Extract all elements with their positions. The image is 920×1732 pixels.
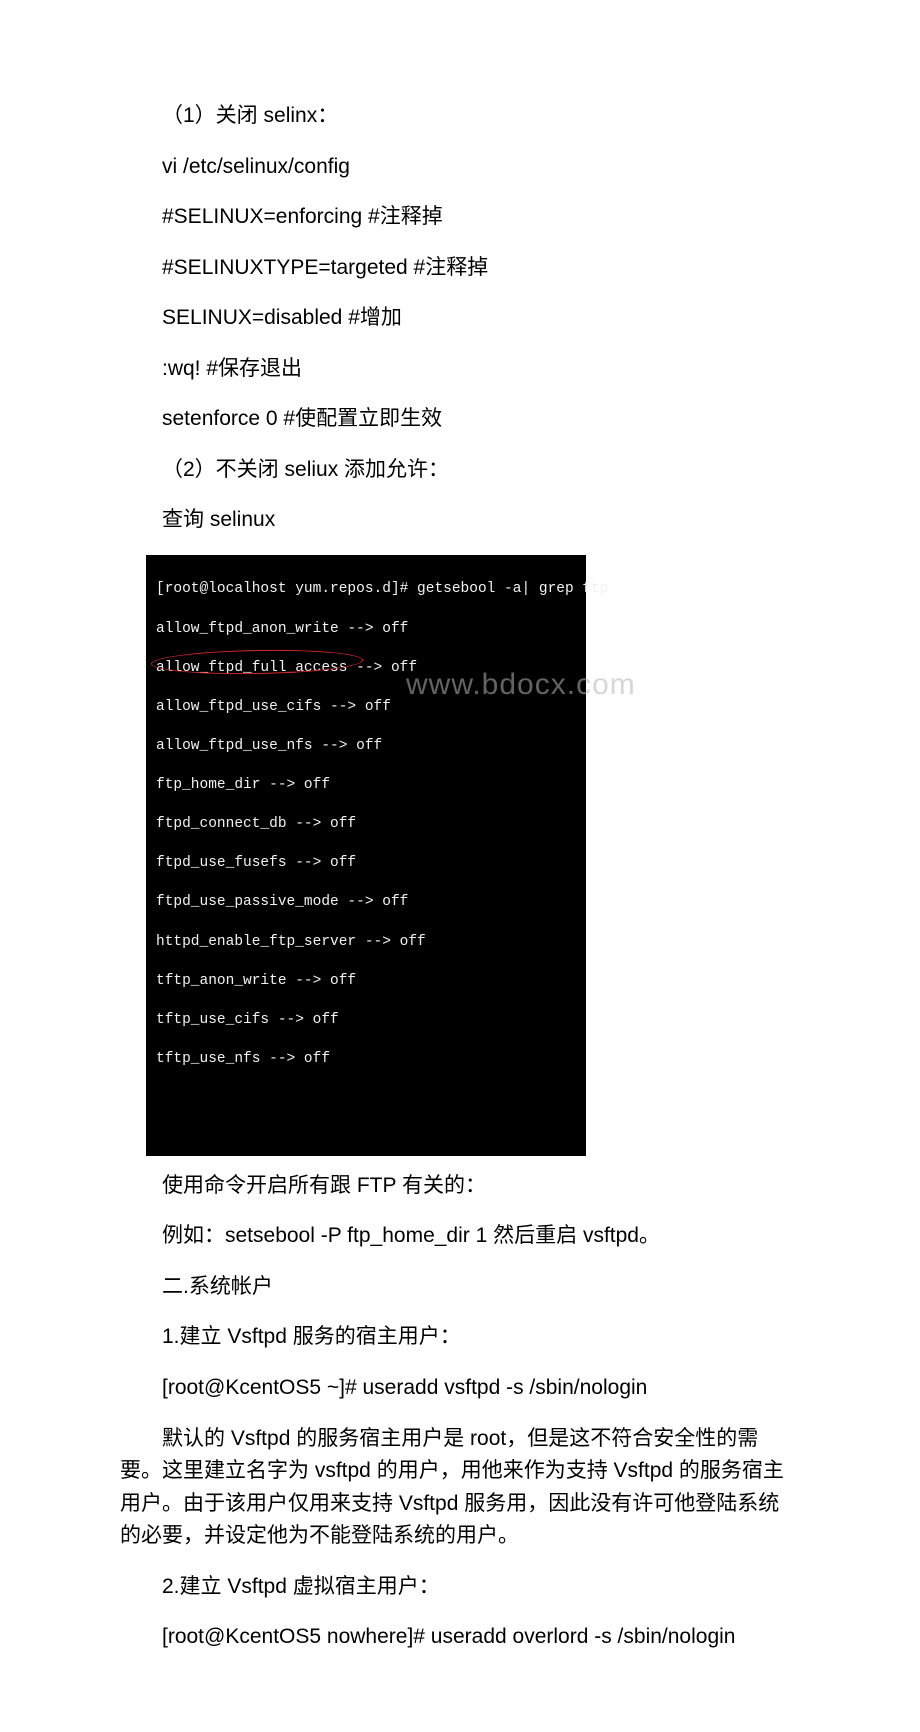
paragraph: 2.建立 Vsftpd 虚拟宿主用户：: [120, 1571, 800, 1604]
terminal-line: tftp_use_cifs --> off: [156, 1011, 576, 1031]
paragraph: 默认的 Vsftpd 的服务宿主用户是 root，但是这不符合安全性的需要。这里…: [120, 1423, 800, 1553]
paragraph: 使用命令开启所有跟 FTP 有关的：: [120, 1170, 800, 1203]
paragraph: 二.系统帐户: [120, 1271, 800, 1304]
terminal-line: allow_ftpd_use_nfs --> off: [156, 737, 576, 757]
paragraph: #SELINUXTYPE=targeted #注释掉: [120, 252, 800, 285]
terminal-line: tftp_anon_write --> off: [156, 972, 576, 992]
terminal-line: httpd_enable_ftp_server --> off: [156, 933, 576, 953]
terminal-line: allow_ftpd_full_access --> off: [156, 659, 576, 679]
paragraph: vi /etc/selinux/config: [120, 151, 800, 184]
paragraph: 查询 selinux: [120, 504, 800, 537]
document-page: （1）关闭 selinx： vi /etc/selinux/config #SE…: [0, 0, 920, 1732]
paragraph: 例如：setsebool -P ftp_home_dir 1 然后重启 vsft…: [120, 1220, 800, 1253]
terminal-screenshot: [root@localhost yum.repos.d]# getsebool …: [146, 555, 586, 1156]
paragraph: setenforce 0 #使配置立即生效: [120, 403, 800, 436]
paragraph: #SELINUX=enforcing #注释掉: [120, 201, 800, 234]
paragraph: [root@KcentOS5 ~]# useradd vsftpd -s /sb…: [120, 1372, 800, 1405]
paragraph: 1.建立 Vsftpd 服务的宿主用户：: [120, 1321, 800, 1354]
paragraph: :wq! #保存退出: [120, 353, 800, 386]
terminal-line: ftpd_use_passive_mode --> off: [156, 893, 576, 913]
terminal-line: ftp_home_dir --> off: [156, 776, 576, 796]
terminal-line: tftp_use_nfs --> off: [156, 1050, 576, 1070]
paragraph: SELINUX=disabled #增加: [120, 302, 800, 335]
terminal-line: allow_ftpd_anon_write --> off: [156, 620, 576, 640]
terminal-line: ftpd_connect_db --> off: [156, 815, 576, 835]
paragraph: （2）不关闭 seliux 添加允许：: [120, 454, 800, 487]
terminal-line: ftpd_use_fusefs --> off: [156, 854, 576, 874]
terminal-line: [root@localhost yum.repos.d]# getsebool …: [156, 580, 576, 600]
paragraph: [root@KcentOS5 nowhere]# useradd overlor…: [120, 1621, 800, 1654]
terminal-line: allow_ftpd_use_cifs --> off: [156, 698, 576, 718]
paragraph: （1）关闭 selinx：: [120, 100, 800, 133]
